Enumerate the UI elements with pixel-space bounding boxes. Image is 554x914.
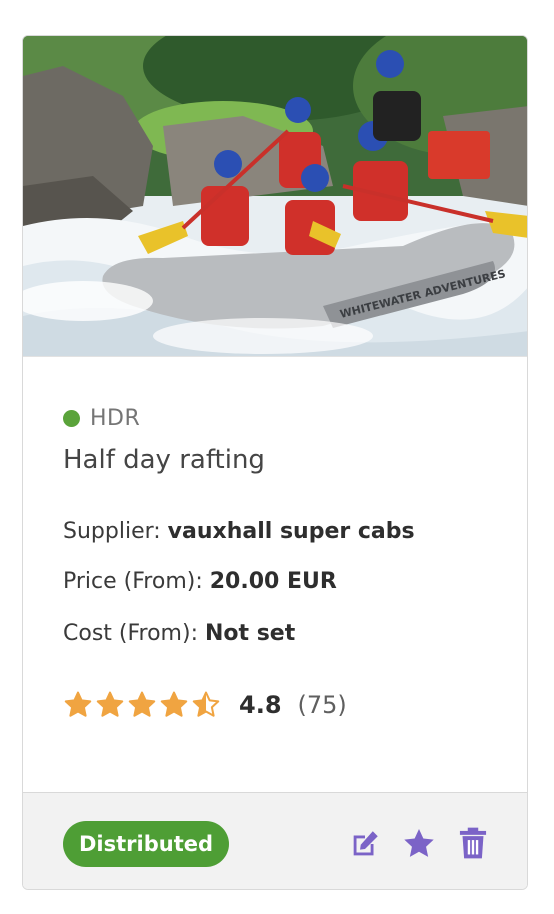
cost-row: Cost (From): Not set [63, 621, 295, 646]
star-full-icon [160, 691, 188, 717]
card-body: HDR Half day rafting Supplier: vauxhall … [23, 356, 527, 793]
star-full-icon [128, 691, 156, 717]
price-value: 20.00 EUR [209, 569, 337, 594]
price-label: Price (From): [63, 569, 203, 594]
product-image[interactable]: WHITEWATER ADVENTURES [23, 36, 527, 356]
status-dot [63, 409, 80, 427]
rating-score: 4.8 [239, 691, 282, 719]
supplier-label: Supplier: [63, 519, 161, 544]
star-icon[interactable] [401, 826, 437, 862]
product-title[interactable]: Half day rafting [63, 445, 265, 475]
star-full-icon [96, 691, 124, 717]
status-badge: Distributed [63, 821, 230, 867]
card-actions [329, 826, 491, 862]
product-card: WHITEWATER ADVENTURES HDR Half day rafti… [22, 35, 528, 890]
price-row: Price (From): 20.00 EUR [63, 569, 337, 594]
cost-value: Not set [205, 621, 296, 646]
supplier-row: Supplier: vauxhall super cabs [63, 519, 415, 544]
rating-stars [63, 690, 223, 720]
edit-icon[interactable] [347, 826, 383, 862]
star-half-icon [192, 691, 220, 717]
star-full-icon [64, 691, 92, 717]
cost-label: Cost (From): [63, 621, 198, 646]
trash-icon[interactable] [455, 826, 491, 862]
product-code-row: HDR [63, 405, 140, 431]
product-code: HDR [90, 405, 141, 431]
rating-row: 4.8 (75) [63, 685, 347, 725]
rating-count: (75) [297, 691, 347, 719]
supplier-value: vauxhall super cabs [167, 519, 415, 544]
card-footer: Distributed [23, 792, 527, 889]
